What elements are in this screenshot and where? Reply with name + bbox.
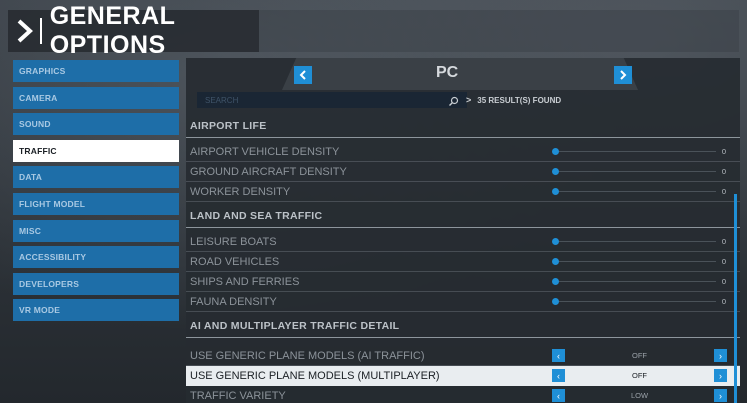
row-label: TRAFFIC VARIETY bbox=[190, 389, 286, 402]
row-value: 0 bbox=[721, 257, 726, 266]
sidebar-item-misc[interactable]: MISC bbox=[13, 219, 179, 242]
sidebar-item-graphics[interactable]: GRAPHICS bbox=[13, 60, 179, 82]
sidebar: GRAPHICS CAMERA SOUND TRAFFIC DATA FLIGH… bbox=[13, 60, 179, 326]
platform-tab-bg bbox=[282, 58, 638, 90]
selector-value: OFF bbox=[632, 351, 647, 360]
sidebar-item-flight-model[interactable]: FLIGHT MODEL bbox=[13, 192, 179, 215]
chevron-right-icon[interactable]: › bbox=[714, 349, 727, 362]
slider-handle[interactable] bbox=[552, 258, 559, 265]
list-item[interactable]: USE GENERIC PLANE MODELS (AI TRAFFIC) ‹ … bbox=[186, 346, 740, 366]
section-land-sea-traffic: LAND AND SEA TRAFFIC bbox=[186, 204, 740, 228]
chevron-left-icon[interactable] bbox=[294, 66, 312, 84]
sidebar-item-developers[interactable]: DEVELOPERS bbox=[13, 272, 179, 295]
title-divider bbox=[40, 18, 42, 44]
row-label: AIRPORT VEHICLE DENSITY bbox=[190, 145, 340, 158]
page-title: GENERAL OPTIONS bbox=[49, 2, 175, 59]
row-value: 0 bbox=[721, 297, 726, 306]
page-header: GENERAL OPTIONS bbox=[8, 2, 259, 59]
section-airport-life: AIRPORT LIFE bbox=[186, 114, 740, 138]
results-count: >35 RESULT(S) FOUND bbox=[466, 95, 561, 105]
row-label: USE GENERIC PLANE MODELS (AI TRAFFIC) bbox=[190, 349, 425, 362]
slider-track[interactable] bbox=[556, 301, 716, 302]
row-label: FAUNA DENSITY bbox=[190, 295, 277, 308]
header-strip bbox=[259, 10, 739, 52]
slider-handle[interactable] bbox=[552, 298, 559, 305]
row-label: SHIPS AND FERRIES bbox=[190, 275, 300, 288]
platform-label: PC bbox=[436, 64, 459, 81]
search-input[interactable] bbox=[205, 95, 425, 105]
row-value: 0 bbox=[721, 187, 726, 196]
row-label: ROAD VEHICLES bbox=[190, 255, 280, 268]
row-label: WORKER DENSITY bbox=[190, 185, 291, 198]
slider-track[interactable] bbox=[556, 261, 716, 262]
chevron-right-icon[interactable] bbox=[614, 66, 632, 84]
slider-handle[interactable] bbox=[552, 278, 559, 285]
slider-track[interactable] bbox=[556, 151, 716, 152]
sidebar-item-camera[interactable]: CAMERA bbox=[13, 86, 179, 109]
chevron-right-icon: > bbox=[466, 95, 472, 105]
chevron-right-icon[interactable]: › bbox=[714, 389, 727, 402]
sidebar-item-sound[interactable]: SOUND bbox=[13, 113, 179, 136]
sidebar-item-traffic[interactable]: TRAFFIC bbox=[13, 139, 179, 162]
results-text: 35 RESULT(S) FOUND bbox=[477, 96, 562, 105]
section-ai-multiplayer: AI AND MULTIPLAYER TRAFFIC DETAIL bbox=[186, 314, 740, 338]
slider-track[interactable] bbox=[556, 171, 716, 172]
list-item[interactable]: LEISURE BOATS 0 bbox=[186, 232, 740, 252]
list-item[interactable]: TRAFFIC VARIETY ‹ LOW › bbox=[186, 386, 740, 403]
sidebar-item-vr-mode[interactable]: VR MODE bbox=[13, 299, 179, 322]
selector-value: LOW bbox=[630, 391, 649, 400]
row-value: 0 bbox=[721, 237, 726, 246]
list-item[interactable]: SHIPS AND FERRIES 0 bbox=[186, 272, 740, 292]
row-label: GROUND AIRCRAFT DENSITY bbox=[190, 165, 347, 178]
row-value: 0 bbox=[721, 277, 726, 286]
list-item[interactable]: ROAD VEHICLES 0 bbox=[186, 252, 740, 272]
scrollbar[interactable] bbox=[734, 194, 737, 403]
sidebar-item-accessibility[interactable]: ACCESSIBILITY bbox=[13, 246, 179, 269]
search-icon[interactable] bbox=[448, 94, 459, 112]
row-value: 0 bbox=[721, 167, 726, 176]
slider-handle[interactable] bbox=[552, 188, 559, 195]
chevron-left-icon[interactable]: ‹ bbox=[552, 389, 565, 402]
row-label: LEISURE BOATS bbox=[190, 235, 277, 248]
slider-handle[interactable] bbox=[552, 238, 559, 245]
slider-handle[interactable] bbox=[552, 168, 559, 175]
list-item[interactable]: AIRPORT VEHICLE DENSITY 0 bbox=[186, 142, 740, 162]
search-bar[interactable] bbox=[197, 92, 467, 108]
slider-handle[interactable] bbox=[552, 148, 559, 155]
slider-track[interactable] bbox=[556, 191, 716, 192]
row-label: USE GENERIC PLANE MODELS (MULTIPLAYER) bbox=[190, 370, 440, 382]
slider-track[interactable] bbox=[556, 241, 716, 242]
chevron-right-icon bbox=[16, 18, 34, 44]
slider-track[interactable] bbox=[556, 281, 716, 282]
list-item[interactable]: WORKER DENSITY 0 bbox=[186, 182, 740, 202]
chevron-right-icon[interactable]: › bbox=[714, 369, 727, 382]
selector-value: OFF bbox=[632, 371, 647, 380]
options-list: AIRPORT LIFE AIRPORT VEHICLE DENSITY 0 G… bbox=[186, 114, 740, 403]
chevron-left-icon[interactable]: ‹ bbox=[552, 369, 565, 382]
list-item[interactable]: GROUND AIRCRAFT DENSITY 0 bbox=[186, 162, 740, 182]
platform-nav: PC bbox=[186, 58, 740, 90]
sidebar-item-data[interactable]: DATA bbox=[13, 166, 179, 189]
row-value: 0 bbox=[721, 147, 726, 156]
list-item[interactable]: USE GENERIC PLANE MODELS (MULTIPLAYER) ‹… bbox=[186, 366, 740, 386]
options-panel: PC >35 RESULT(S) FOUND AIRPORT LIFE AIRP… bbox=[186, 58, 740, 403]
list-item[interactable]: FAUNA DENSITY 0 bbox=[186, 292, 740, 312]
chevron-left-icon[interactable]: ‹ bbox=[552, 349, 565, 362]
